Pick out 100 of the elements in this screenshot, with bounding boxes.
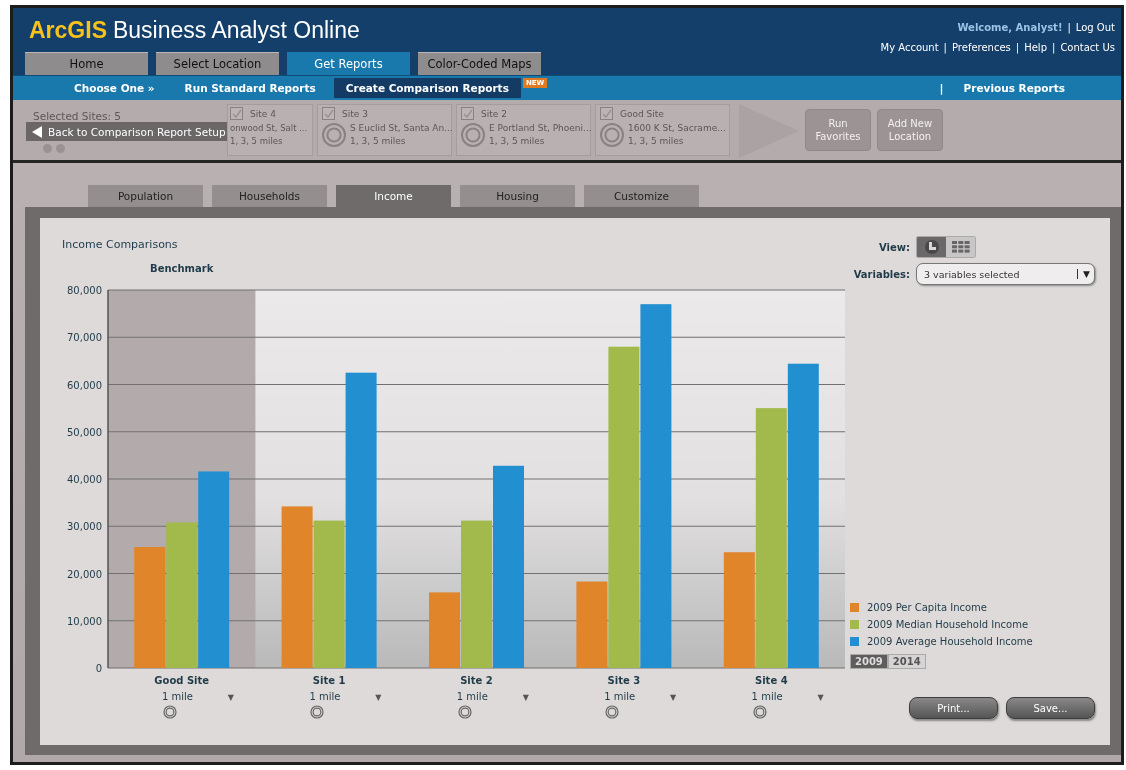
- strip-button[interactable]: Add New Location: [877, 109, 943, 151]
- report-tab[interactable]: Housing: [460, 185, 575, 207]
- report-tab[interactable]: Population: [88, 185, 203, 207]
- header-link[interactable]: My Account: [880, 42, 939, 53]
- variables-label: Variables:: [853, 268, 910, 280]
- site-name: Good Site: [620, 108, 664, 119]
- nav-tab[interactable]: Color-Coded Maps: [418, 52, 541, 75]
- axis-label: 50,000: [67, 426, 102, 438]
- separator: |: [1067, 22, 1071, 33]
- radius-dropdown[interactable]: 1 mile ▼: [751, 691, 824, 702]
- checkbox[interactable]: [230, 107, 243, 120]
- axis-label: 60,000: [67, 379, 102, 391]
- nav-tab[interactable]: Select Location: [156, 52, 279, 75]
- category-label: Site 1: [312, 675, 346, 686]
- ring-icon: [605, 705, 620, 719]
- header-link[interactable]: Help: [1024, 42, 1047, 53]
- site-radii: 1, 3, 5 miles: [350, 135, 407, 148]
- separator: |: [943, 42, 947, 53]
- category-label: Good Site: [154, 675, 210, 686]
- category-label: Site 3: [607, 675, 641, 686]
- view-option[interactable]: [946, 237, 975, 257]
- header-link[interactable]: Contact Us: [1060, 42, 1115, 53]
- site-radii: 1, 3, 5 miles: [230, 135, 284, 148]
- site-name: Site 2: [481, 108, 507, 119]
- axis-label: 40,000: [67, 474, 102, 485]
- site-name: Site 4: [250, 108, 276, 119]
- previous-reports-link[interactable]: Previous Reports: [951, 78, 1077, 98]
- logout-link[interactable]: Log Out: [1075, 22, 1115, 33]
- variables-dropdown[interactable]: 3 variables selected ▼: [916, 263, 1095, 285]
- selected-sites-count: Selected Sites: 5: [33, 110, 123, 122]
- report-title: Income Comparisons: [61, 237, 179, 252]
- check-icon: [601, 109, 612, 118]
- brand-name: ArcGIS: [29, 17, 107, 43]
- pie-chart-icon: [923, 239, 940, 255]
- radius-dropdown[interactable]: 1 mile ▼: [456, 691, 529, 702]
- product-name: Business Analyst Online: [113, 17, 360, 43]
- checkbox[interactable]: [600, 107, 613, 120]
- radius-dropdown[interactable]: 1 mile ▼: [309, 691, 382, 702]
- axis-label: 0: [95, 663, 102, 674]
- subnav-link[interactable]: Choose One »: [62, 78, 167, 98]
- check-icon: [231, 109, 242, 118]
- nav-tab[interactable]: Home: [25, 52, 148, 75]
- welcome-text: Welcome, Analyst!: [957, 22, 1063, 33]
- ring-icon: [752, 705, 767, 719]
- action-button[interactable]: Save...: [1006, 697, 1095, 719]
- ring-icon: [322, 123, 346, 147]
- axis-label: 30,000: [67, 521, 102, 533]
- category-label: Site 4: [755, 675, 788, 686]
- separator: |: [1052, 42, 1056, 53]
- radius-dropdown[interactable]: 1 mile ▼: [604, 691, 677, 702]
- ring-icon: [600, 123, 624, 147]
- back-button[interactable]: Back to Comparison Report Setup: [26, 122, 227, 141]
- radius-dropdown[interactable]: 1 mile ▼: [162, 691, 234, 702]
- legend-label: 2009 Median Household Income: [867, 619, 1029, 630]
- axis-label: 20,000: [67, 568, 102, 580]
- subnav-link[interactable]: Run Standard Reports: [172, 78, 328, 98]
- axis-label: 10,000: [67, 615, 102, 627]
- nav-tab[interactable]: Get Reports: [287, 52, 410, 75]
- year-toggle[interactable]: 2009: [850, 654, 888, 669]
- site-address: 1600 K St, Sacrame...: [628, 122, 726, 135]
- site-card[interactable]: Site 2 E Portland St, Phoeni... 1, 3, 5 miles: [456, 104, 591, 156]
- separator: |: [1015, 42, 1020, 53]
- report-tab[interactable]: Households: [212, 185, 327, 207]
- view-option[interactable]: [917, 237, 946, 257]
- legend-label: 2009 Per Capita Income: [867, 602, 987, 613]
- check-icon: [462, 109, 473, 118]
- legend-label: 2009 Average Household Income: [867, 636, 1033, 647]
- report-tab[interactable]: Income: [336, 185, 451, 207]
- site-name: Site 3: [342, 108, 368, 119]
- ring-icon: [163, 705, 177, 719]
- ring-icon: [310, 705, 325, 719]
- benchmark-label: Benchmark: [150, 263, 214, 274]
- ring-icon: [461, 123, 485, 147]
- ring-icon: [457, 705, 472, 719]
- site-radii: 1, 3, 5 miles: [628, 135, 685, 148]
- site-address: S Euclid St, Santa An...: [350, 122, 453, 135]
- category-label: Site 2: [460, 675, 493, 686]
- page-dot[interactable]: [43, 144, 52, 153]
- strip-button[interactable]: Run Favorites: [805, 109, 871, 151]
- page-dot[interactable]: [56, 144, 65, 153]
- site-radii: 1, 3, 5 miles: [489, 135, 546, 148]
- table-icon: [951, 241, 970, 253]
- site-card[interactable]: Good Site 1600 K St, Sacrame... 1, 3, 5 miles: [595, 104, 730, 156]
- site-card[interactable]: Site 3 S Euclid St, Santa An... 1, 3, 5 miles: [317, 104, 452, 156]
- checkbox[interactable]: [461, 107, 474, 120]
- axis-label: 70,000: [67, 332, 102, 344]
- axis-label: 80,000: [67, 285, 102, 296]
- action-button[interactable]: Print...: [909, 697, 998, 719]
- back-arrow-icon: [32, 125, 42, 138]
- site-card[interactable]: Site 4 onwood St, Salt ... 1, 3, 5 miles: [227, 104, 313, 156]
- view-label: View:: [879, 241, 910, 253]
- report-tab[interactable]: Customize: [584, 185, 699, 207]
- header-link[interactable]: Preferences: [952, 42, 1011, 53]
- year-toggle[interactable]: 2014: [887, 654, 926, 669]
- checkbox[interactable]: [322, 107, 335, 120]
- site-address: onwood St, Salt ...: [230, 122, 308, 135]
- separator: |: [939, 81, 944, 95]
- site-address: E Portland St, Phoeni...: [489, 122, 592, 135]
- check-icon: [323, 109, 334, 118]
- subnav-link[interactable]: Create Comparison Reports: [333, 78, 521, 98]
